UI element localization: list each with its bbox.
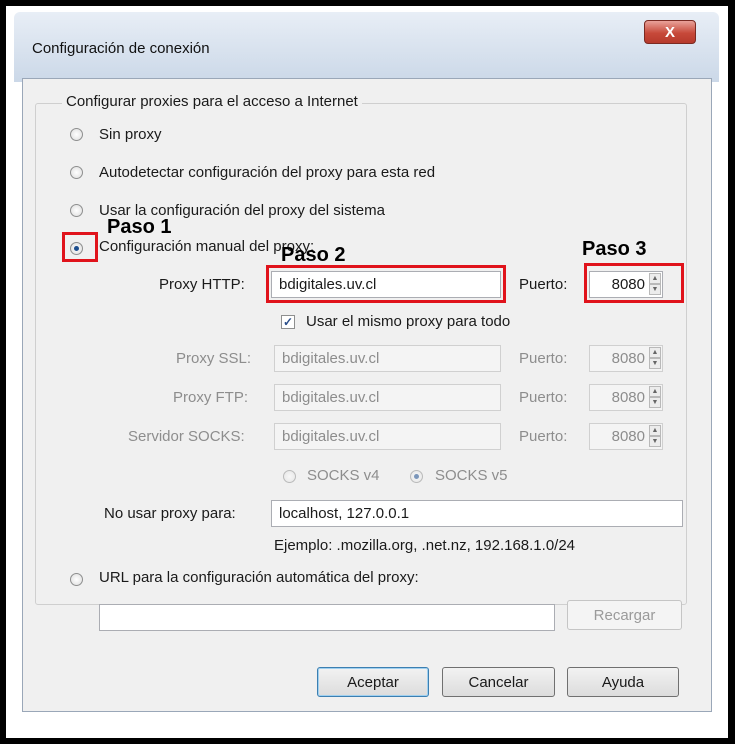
- group-title: Configurar proxies para el acceso a Inte…: [62, 93, 362, 110]
- spin-down-icon[interactable]: ▼: [649, 358, 661, 369]
- close-button[interactable]: X: [644, 20, 696, 44]
- socks-port-value: 8080: [611, 428, 645, 445]
- ssl-proxy-label: Proxy SSL:: [176, 350, 252, 367]
- auto-detect-radio[interactable]: [70, 166, 83, 179]
- step3-label: Paso 3: [582, 238, 647, 260]
- socks-v4-radio[interactable]: [283, 470, 296, 483]
- same-proxy-checkbox[interactable]: ✓: [281, 315, 295, 329]
- auto-detect-label: Autodetectar configuración del proxy par…: [99, 164, 436, 181]
- ssl-port-label: Puerto:: [519, 350, 568, 367]
- step3-highlight: [584, 263, 684, 303]
- reload-button[interactable]: Recargar: [567, 600, 682, 630]
- step1-highlight: [62, 232, 98, 262]
- no-proxy-for-input[interactable]: localhost, 127.0.0.1: [271, 500, 683, 527]
- ftp-proxy-input[interactable]: bdigitales.uv.cl: [274, 384, 501, 411]
- spin-up-icon[interactable]: ▲: [649, 425, 661, 436]
- socks-port-label: Puerto:: [519, 428, 568, 445]
- system-proxy-radio[interactable]: [70, 204, 83, 217]
- same-proxy-label: Usar el mismo proxy para todo: [306, 313, 511, 330]
- socks-v5-radio[interactable]: [410, 470, 423, 483]
- ok-button[interactable]: Aceptar: [317, 667, 429, 697]
- ftp-port-value: 8080: [611, 389, 645, 406]
- cancel-button[interactable]: Cancelar: [442, 667, 555, 697]
- spin-up-icon[interactable]: ▲: [649, 386, 661, 397]
- no-proxy-for-label: No usar proxy para:: [104, 505, 236, 522]
- http-port-label: Puerto:: [519, 276, 568, 293]
- socks-port-spinner[interactable]: ▲ ▼: [649, 425, 661, 448]
- ftp-port-input[interactable]: 8080 ▲ ▼: [589, 384, 663, 411]
- ssl-port-value: 8080: [611, 350, 645, 367]
- spin-down-icon[interactable]: ▼: [649, 397, 661, 408]
- socks-port-input[interactable]: 8080 ▲ ▼: [589, 423, 663, 450]
- step2-label: Paso 2: [281, 244, 346, 266]
- socks-v4-label: SOCKS v4: [307, 467, 380, 484]
- socks-input[interactable]: bdigitales.uv.cl: [274, 423, 501, 450]
- socks-label: Servidor SOCKS:: [128, 428, 245, 445]
- ftp-port-label: Puerto:: [519, 389, 568, 406]
- ssl-port-spinner[interactable]: ▲ ▼: [649, 347, 661, 370]
- step1-label: Paso 1: [107, 216, 172, 238]
- auto-url-label: URL para la configuración automática del…: [99, 569, 419, 586]
- auto-url-radio[interactable]: [70, 573, 83, 586]
- ssl-proxy-input[interactable]: bdigitales.uv.cl: [274, 345, 501, 372]
- window-title: Configuración de conexión: [32, 40, 210, 57]
- spin-down-icon[interactable]: ▼: [649, 436, 661, 447]
- step2-highlight: [266, 265, 506, 303]
- auto-url-input[interactable]: [99, 604, 555, 631]
- socks-v5-label: SOCKS v5: [435, 467, 508, 484]
- http-proxy-label: Proxy HTTP:: [159, 276, 245, 293]
- ftp-proxy-label: Proxy FTP:: [173, 389, 249, 406]
- ssl-port-input[interactable]: 8080 ▲ ▼: [589, 345, 663, 372]
- spin-up-icon[interactable]: ▲: [649, 347, 661, 358]
- example-hint: Ejemplo: .mozilla.org, .net.nz, 192.168.…: [274, 537, 576, 554]
- ftp-port-spinner[interactable]: ▲ ▼: [649, 386, 661, 409]
- no-proxy-label: Sin proxy: [99, 126, 162, 143]
- help-button[interactable]: Ayuda: [567, 667, 679, 697]
- no-proxy-radio[interactable]: [70, 128, 83, 141]
